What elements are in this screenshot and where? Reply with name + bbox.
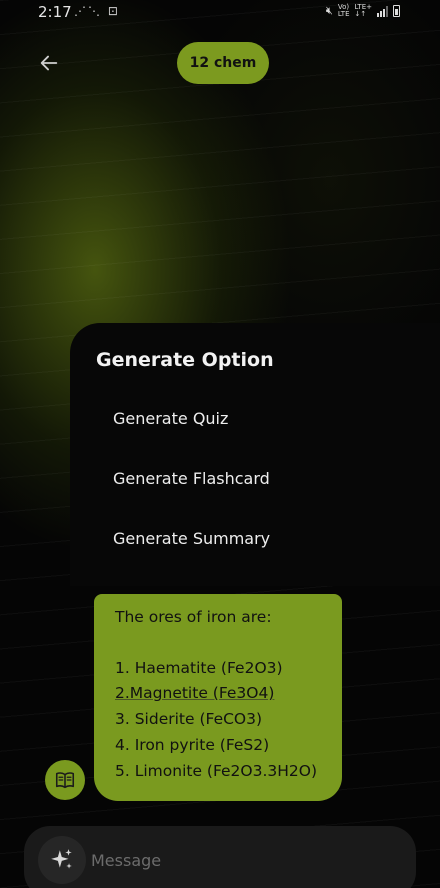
status-notification-icons: ⋰⋱ ⊡: [74, 4, 120, 18]
battery-icon: [393, 5, 400, 17]
answer-item: 3. Siderite (FeCO3): [115, 710, 263, 728]
mute-icon: 🔇︎: [325, 4, 333, 17]
network-indicator: Vo) LTE: [337, 3, 350, 18]
answer-item: 4. Iron pyrite (FeS2): [115, 736, 270, 754]
lte-indicator: LTE+ ↓↑: [354, 3, 373, 18]
message-input[interactable]: [91, 846, 391, 874]
message-composer: [24, 826, 416, 888]
arrow-left-icon: [40, 55, 58, 71]
chat-title-pill[interactable]: 12 chem: [177, 42, 269, 84]
answer-item: 1. Haematite (Fe2O3): [115, 659, 283, 677]
sheet-title: Generate Option: [96, 349, 274, 371]
generate-summary-option[interactable]: Generate Summary: [113, 529, 270, 548]
status-bar: 2:17 ⋰⋱ ⊡ 🔇︎ Vo) LTE LTE+ ↓↑: [0, 0, 440, 24]
status-time: 2:17: [38, 3, 72, 21]
generate-option-sheet: Generate Option Generate Quiz Generate F…: [70, 323, 440, 586]
sparkle-icon: [51, 849, 72, 869]
answer-item: 5. Limonite (Fe2O3.3H2O): [115, 762, 318, 780]
book-icon: [55, 772, 75, 789]
chat-screen: 2:17 ⋰⋱ ⊡ 🔇︎ Vo)LTE LTE+↓↑ 12 chem n Gen…: [0, 0, 440, 888]
signal-icon: [377, 5, 388, 17]
status-right-icons: 🔇︎ Vo) LTE LTE+ ↓↑: [326, 4, 400, 18]
book-button[interactable]: [45, 760, 85, 800]
answer-item: 2.Magnetite (Fe3O4): [115, 684, 275, 702]
ai-sparkle-button[interactable]: [38, 836, 86, 884]
assistant-message-bubble: The ores of iron are: 1. Haematite (Fe2O…: [94, 594, 342, 801]
answer-intro: The ores of iron are:: [115, 608, 272, 626]
generate-flashcard-option[interactable]: Generate Flashcard: [113, 469, 270, 488]
generate-quiz-option[interactable]: Generate Quiz: [113, 409, 228, 428]
back-button[interactable]: [34, 48, 64, 78]
